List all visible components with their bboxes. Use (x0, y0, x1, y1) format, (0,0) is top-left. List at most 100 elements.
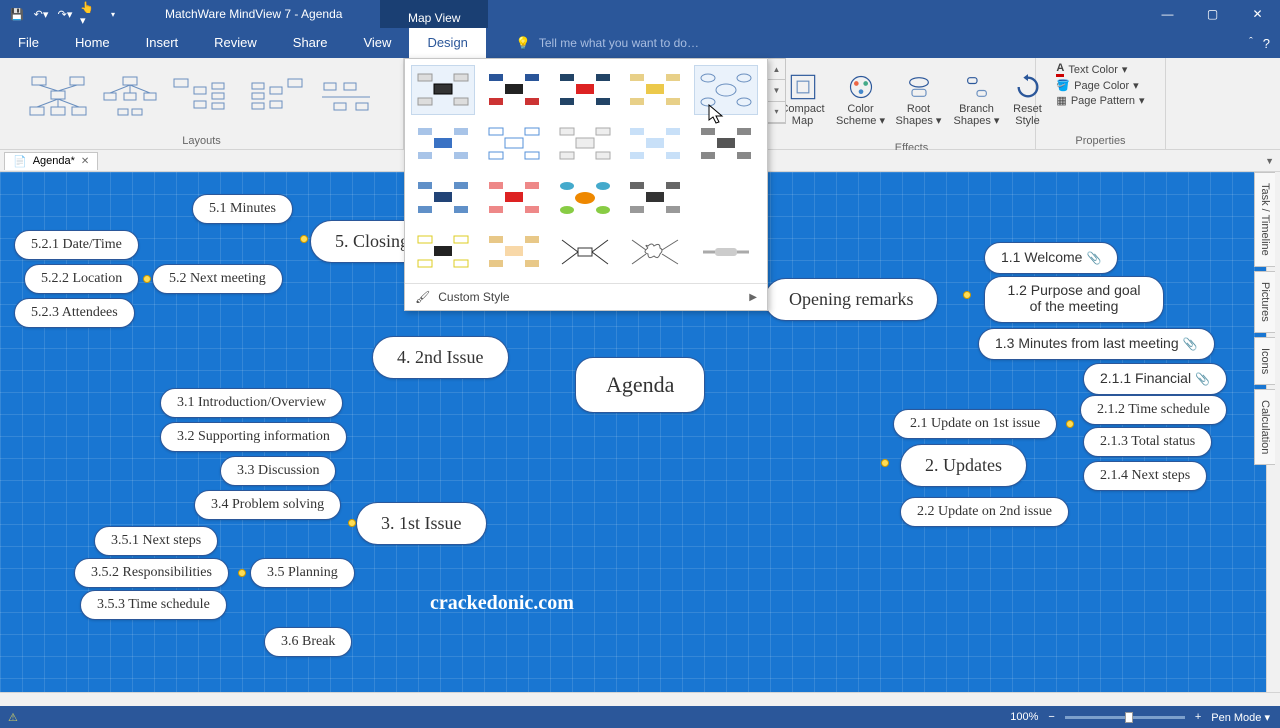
tab-review[interactable]: Review (196, 28, 275, 58)
node-2-2[interactable]: 2.2 Update on 2nd issue (900, 497, 1069, 527)
style-option-19[interactable] (623, 227, 687, 277)
qat-more-icon[interactable]: ▾ (104, 5, 122, 23)
save-icon[interactable]: 💾 (8, 5, 26, 23)
styles-gallery-dropdown: 🖌 Custom Style ▶ (404, 58, 768, 311)
side-tab-calculation[interactable]: Calculation (1254, 389, 1275, 465)
node-1-2[interactable]: 1.2 Purpose and goal of the meeting (984, 276, 1164, 323)
node-agenda[interactable]: Agenda (575, 357, 705, 413)
style-option-15[interactable] (694, 173, 758, 223)
node-5-2[interactable]: 5.2 Next meeting (152, 264, 283, 294)
tab-design[interactable]: Design (409, 28, 485, 58)
node-2-1-4[interactable]: 2.1.4 Next steps (1083, 461, 1207, 491)
layout-thumb-3[interactable] (168, 69, 236, 125)
node-3-5[interactable]: 3.5 Planning (250, 558, 355, 588)
node-3-3[interactable]: 3.3 Discussion (220, 456, 336, 486)
status-warning-icon[interactable]: ⚠ (8, 711, 18, 724)
minimize-button[interactable]: — (1145, 0, 1190, 28)
style-option-11[interactable] (411, 173, 475, 223)
color-scheme-button[interactable]: Color Scheme ▾ (832, 62, 890, 138)
style-option-1[interactable] (411, 65, 475, 115)
zoom-out-button[interactable]: − (1048, 711, 1054, 723)
node-opening-remarks[interactable]: Opening remarks (764, 278, 938, 321)
side-tab-pictures[interactable]: Pictures (1254, 271, 1275, 333)
style-option-6[interactable] (411, 119, 475, 169)
node-updates[interactable]: 2. Updates (900, 444, 1027, 487)
node-2-1[interactable]: 2.1 Update on 1st issue (893, 409, 1057, 439)
node-2-1-2[interactable]: 2.1.2 Time schedule (1080, 395, 1227, 425)
gallery-scroll-up[interactable]: ▲ (768, 59, 785, 80)
tab-view[interactable]: View (345, 28, 409, 58)
chevron-right-icon: ▶ (749, 292, 757, 303)
node-5-2-2[interactable]: 5.2.2 Location (24, 264, 139, 294)
horizontal-scrollbar[interactable] (0, 692, 1280, 706)
tell-me-search[interactable]: 💡 Tell me what you want to do… (516, 36, 699, 50)
node-3-6[interactable]: 3.6 Break (264, 627, 352, 657)
style-option-12[interactable] (482, 173, 546, 223)
tabstrip-dropdown-icon[interactable]: ▼ (1265, 156, 1274, 166)
text-color-button[interactable]: AText Color ▾ (1056, 62, 1144, 77)
zoom-in-button[interactable]: + (1195, 711, 1201, 723)
style-option-17[interactable] (482, 227, 546, 277)
node-2-1-3[interactable]: 2.1.3 Total status (1083, 427, 1212, 457)
gallery-scroll-down[interactable]: ▼ (768, 80, 785, 101)
node-1-1[interactable]: 1.1 Welcome📎 (984, 242, 1118, 274)
root-shapes-button[interactable]: Root Shapes ▾ (890, 62, 948, 138)
style-option-2[interactable] (482, 65, 546, 115)
branch-shapes-button[interactable]: Branch Shapes ▾ (948, 62, 1006, 138)
document-tab[interactable]: 📄 Agenda* ✕ (4, 152, 98, 170)
node-3-4[interactable]: 3.4 Problem solving (194, 490, 341, 520)
node-3-1[interactable]: 3.1 Introduction/Overview (160, 388, 343, 418)
undo-icon[interactable]: ↶▾ (32, 5, 50, 23)
redo-icon[interactable]: ↷▾ (56, 5, 74, 23)
style-option-5[interactable] (694, 65, 758, 115)
node-3-2[interactable]: 3.2 Supporting information (160, 422, 347, 452)
watermark-text: crackedonic.com (430, 592, 574, 615)
style-option-13[interactable] (553, 173, 617, 223)
style-option-3[interactable] (553, 65, 617, 115)
layout-thumb-2[interactable] (96, 69, 164, 125)
node-3-5-2[interactable]: 3.5.2 Responsibilities (74, 558, 229, 588)
style-option-16[interactable] (411, 227, 475, 277)
custom-style-menu-item[interactable]: 🖌 Custom Style ▶ (405, 283, 767, 310)
side-tab-task[interactable]: Task / Timeline (1254, 172, 1275, 267)
node-5-2-3[interactable]: 5.2.3 Attendees (14, 298, 135, 328)
node-2nd-issue[interactable]: 4. 2nd Issue (372, 336, 509, 379)
help-icon[interactable]: ? (1263, 36, 1270, 51)
style-option-14[interactable] (623, 173, 687, 223)
app-title: MatchWare MindView 7 - Agenda (165, 7, 342, 21)
node-1st-issue[interactable]: 3. 1st Issue (356, 502, 487, 545)
node-5-1[interactable]: 5.1 Minutes (192, 194, 293, 224)
gallery-expand[interactable]: ▾ (768, 102, 785, 123)
style-option-9[interactable] (623, 119, 687, 169)
tab-share[interactable]: Share (275, 28, 346, 58)
page-pattern-button[interactable]: ▦Page Pattern ▾ (1056, 94, 1144, 107)
style-option-10[interactable] (694, 119, 758, 169)
maximize-button[interactable]: ▢ (1190, 0, 1235, 28)
close-icon[interactable]: ✕ (81, 156, 89, 167)
style-option-8[interactable] (553, 119, 617, 169)
node-3-5-3[interactable]: 3.5.3 Time schedule (80, 590, 227, 620)
node-5-2-1[interactable]: 5.2.1 Date/Time (14, 230, 139, 260)
zoom-slider[interactable] (1065, 716, 1185, 719)
tab-file[interactable]: File (0, 28, 57, 58)
layout-thumb-5[interactable] (312, 69, 380, 125)
layout-thumb-1[interactable] (24, 69, 92, 125)
style-option-18[interactable] (553, 227, 617, 277)
page-color-button[interactable]: 🪣Page Color ▾ (1056, 79, 1144, 92)
close-button[interactable]: ✕ (1235, 0, 1280, 28)
style-option-4[interactable] (623, 65, 687, 115)
side-panel-tabs: Task / Timeline Pictures Icons Calculati… (1254, 172, 1280, 469)
ribbon-collapse-icon[interactable]: ˆ (1249, 36, 1253, 51)
style-option-7[interactable] (482, 119, 546, 169)
touch-mode-icon[interactable]: 👆▾ (80, 5, 98, 23)
tab-home[interactable]: Home (57, 28, 128, 58)
style-option-20[interactable] (694, 227, 758, 277)
side-tab-icons[interactable]: Icons (1254, 337, 1275, 385)
tab-insert[interactable]: Insert (128, 28, 197, 58)
ribbon-panel-properties: AText Color ▾ 🪣Page Color ▾ ▦Page Patter… (1036, 58, 1166, 149)
node-1-3[interactable]: 1.3 Minutes from last meeting📎 (978, 328, 1215, 360)
pen-mode-button[interactable]: Pen Mode ▾ (1211, 711, 1270, 724)
layout-thumb-4[interactable] (240, 69, 308, 125)
node-3-5-1[interactable]: 3.5.1 Next steps (94, 526, 218, 556)
node-2-1-1[interactable]: 2.1.1 Financial📎 (1083, 363, 1227, 395)
